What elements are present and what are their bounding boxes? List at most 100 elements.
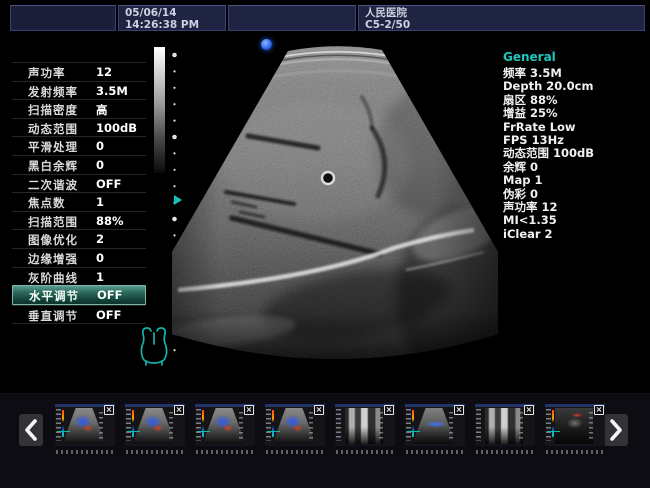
thumbnail-close-button[interactable]: ×: [524, 405, 534, 415]
info-line: Depth 20.0cm: [503, 80, 645, 93]
thumbnail[interactable]: ×: [195, 404, 255, 456]
thumbnail-close-button[interactable]: ×: [244, 405, 254, 415]
param-label: 扫描密度: [28, 102, 78, 118]
info-line: MI<1.35: [503, 214, 645, 227]
doppler-colorbar: [272, 410, 274, 437]
param-value: 12: [96, 65, 112, 79]
param-value: 2: [96, 232, 104, 246]
thumbnail[interactable]: ×: [405, 404, 465, 456]
thumbnail-caption: [476, 450, 533, 454]
thumb-scan: [555, 408, 593, 444]
time-text: 14:26:38 PM: [125, 19, 199, 31]
thumbnail[interactable]: ×: [265, 404, 325, 456]
thumbnail-close-button[interactable]: ×: [454, 405, 464, 415]
filmstrip-next-button[interactable]: [604, 414, 628, 446]
thumbnail[interactable]: ×: [545, 404, 605, 456]
param-label: 水平调节: [29, 288, 79, 304]
info-panel-lines: 频率 3.5MDepth 20.0cm扇区 88%增益 25%FrRate Lo…: [503, 67, 645, 241]
sidebar-param-row[interactable]: 图像优化 2: [12, 229, 146, 248]
info-line: Map 1: [503, 174, 645, 187]
sidebar-param-row[interactable]: 灰阶曲线1: [12, 267, 146, 286]
param-value: 3.5M: [96, 84, 128, 98]
thumb-microtext-left: [546, 409, 551, 441]
param-value: 88%: [96, 214, 124, 228]
thumb-microtext-left: [196, 409, 201, 441]
info-line: 扇区 88%: [503, 94, 645, 107]
thumbnail-close-button[interactable]: ×: [104, 405, 114, 415]
param-value: OFF: [96, 177, 122, 191]
param-label: 扫描范围: [28, 214, 78, 230]
sidebar-param-row[interactable]: 二次谐波OFF: [12, 174, 146, 193]
param-label: 图像优化: [28, 232, 78, 248]
thumbnail[interactable]: ×: [125, 404, 185, 456]
thumb-microtext-left: [126, 409, 131, 441]
thumb-microtext-right: [169, 412, 173, 440]
sidebar-params: 声功率12发射频率3.5M扫描密度高动态范围100dB平滑处理0黑白余辉0二次谐…: [12, 62, 146, 324]
thumb-microtext-right: [449, 412, 453, 440]
thumb-scan: [65, 408, 103, 444]
thumbnail-caption: [126, 450, 183, 454]
info-line: FrRate Low: [503, 121, 645, 134]
sidebar-param-row[interactable]: 黑白余辉0: [12, 155, 146, 174]
sidebar-param-row[interactable]: 扫描范围 88%: [12, 211, 146, 230]
param-value: 1: [96, 270, 104, 284]
datetime-text: 05/06/14 14:26:38 PM: [125, 7, 199, 31]
sidebar-param-row[interactable]: 扫描密度 高: [12, 99, 146, 118]
doppler-colorbar: [552, 410, 554, 437]
thumb-scan: [345, 408, 383, 444]
thumb-scan: [205, 408, 243, 444]
chevron-right-icon: [609, 419, 623, 441]
doppler-baseline-icon: [127, 431, 140, 432]
info-line: 动态范围 100dB: [503, 147, 645, 160]
info-line: 频率 3.5M: [503, 67, 645, 80]
thumb-microtext-left: [406, 409, 411, 441]
info-line: 增益 25%: [503, 107, 645, 120]
thumbnail-caption: [546, 450, 603, 454]
doppler-baseline-icon: [547, 431, 560, 432]
info-line: iClear 2: [503, 228, 645, 241]
date-text: 05/06/14: [125, 7, 177, 19]
sidebar-param-row[interactable]: 动态范围100dB: [12, 118, 146, 137]
thumbnail-close-button[interactable]: ×: [594, 405, 604, 415]
param-label: 动态范围: [28, 121, 78, 137]
info-line: FPS 13Hz: [503, 134, 645, 147]
param-value: 0: [96, 158, 104, 172]
thumbnail-close-button[interactable]: ×: [174, 405, 184, 415]
ultrasound-image[interactable]: [166, 42, 502, 387]
sidebar-param-row[interactable]: 焦点数 1: [12, 192, 146, 211]
thumbnail-caption: [406, 450, 463, 454]
doppler-baseline-icon: [267, 431, 280, 432]
probe-model: C5-2/50: [365, 19, 410, 31]
thumbnail[interactable]: ×: [475, 404, 535, 456]
topbar-datetime-box: 05/06/14 14:26:38 PM: [118, 5, 226, 31]
topbar-hospital-box: 人民医院 C5-2/50: [358, 5, 645, 31]
info-line: 余辉 0: [503, 161, 645, 174]
param-value: 高: [96, 102, 108, 118]
param-value: 0: [96, 251, 104, 265]
thumbnail-close-button[interactable]: ×: [384, 405, 394, 415]
thumb-microtext-right: [309, 412, 313, 440]
doppler-baseline-icon: [407, 431, 420, 432]
sidebar-param-row[interactable]: 平滑处理0: [12, 136, 146, 155]
sidebar-param-row[interactable]: 声功率12: [12, 62, 146, 81]
doppler-colorbar: [132, 410, 134, 437]
sidebar-param-row[interactable]: 发射频率3.5M: [12, 81, 146, 100]
thumb-microtext-right: [589, 412, 593, 440]
grayscale-bar: [154, 47, 165, 173]
doppler-colorbar: [202, 410, 204, 437]
thumb-microtext-right: [379, 412, 383, 440]
info-line: 声功率 12: [503, 201, 645, 214]
chevron-left-icon: [24, 419, 38, 441]
param-value: OFF: [96, 308, 122, 322]
thumbnail[interactable]: ×: [335, 404, 395, 456]
thumbnail[interactable]: ×: [55, 404, 115, 456]
filmstrip-prev-button[interactable]: [19, 414, 43, 446]
sidebar-param-row[interactable]: 水平调节OFF: [12, 285, 146, 305]
param-label: 平滑处理: [28, 139, 78, 155]
thumbnail-close-button[interactable]: ×: [314, 405, 324, 415]
sidebar-param-row[interactable]: 边缘增强0: [12, 248, 146, 267]
param-value: 1: [96, 195, 104, 209]
thumb-microtext-right: [99, 412, 103, 440]
param-label: 焦点数: [28, 195, 66, 211]
sidebar-param-row[interactable]: 垂直调节OFF: [12, 305, 146, 325]
